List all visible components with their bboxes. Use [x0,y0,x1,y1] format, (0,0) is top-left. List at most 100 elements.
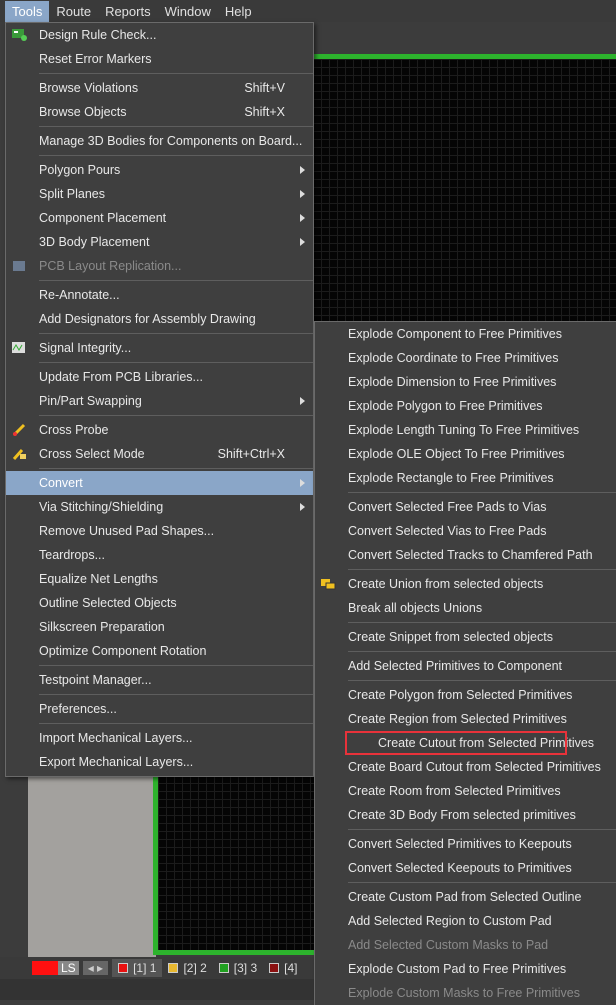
pcb-canvas-lower[interactable] [153,775,318,955]
layer-set-button[interactable]: LS [58,961,79,975]
menu-item-remove-unused-pad-shapes[interactable]: Remove Unused Pad Shapes... [6,519,313,543]
menu-separator [39,155,313,156]
status-bar [0,979,320,1000]
menu-item-outline-selected-objects[interactable]: Outline Selected Objects [6,591,313,615]
menu-item-label: Cross Probe [39,423,109,437]
menu-window[interactable]: Window [158,1,218,22]
menu-separator [39,665,313,666]
menu-item-label: Signal Integrity... [39,341,132,355]
menu-item-add-selected-region-to-custom-pad[interactable]: Add Selected Region to Custom Pad [315,909,616,933]
menu-item-optimize-component-rotation[interactable]: Optimize Component Rotation [6,639,313,663]
menu-item-re-annotate[interactable]: Re-Annotate... [6,283,313,307]
menu-item-label: Pin/Part Swapping [39,394,142,408]
menu-item-explode-ole-object-to-free-primitives[interactable]: Explode OLE Object To Free Primitives [315,442,616,466]
menu-item-convert-selected-vias-to-free-pads[interactable]: Convert Selected Vias to Free Pads [315,519,616,543]
layer-tab[interactable]: [1] 1 [112,959,163,977]
menu-item-via-stitching-shielding[interactable]: Via Stitching/Shielding [6,495,313,519]
menu-item-label: Remove Unused Pad Shapes... [39,524,215,538]
menu-separator [348,882,616,883]
menu-item-add-designators-for-assembly-drawing[interactable]: Add Designators for Assembly Drawing [6,307,313,331]
submenu-arrow-icon [300,479,305,487]
pcb-canvas[interactable] [313,54,616,324]
menu-item-signal-integrity[interactable]: Signal Integrity... [6,336,313,360]
menu-item-label: Split Planes [39,187,106,201]
menu-item-convert[interactable]: Convert [6,471,313,495]
menu-item-label: Create Union from selected objects [348,577,544,591]
menu-item-label: Convert Selected Primitives to Keepouts [348,837,572,851]
menu-item-component-placement[interactable]: Component Placement [6,206,313,230]
menu-item-explode-custom-pad-to-free-primitives[interactable]: Explode Custom Pad to Free Primitives [315,957,616,981]
menu-item-break-all-objects-unions[interactable]: Break all objects Unions [315,596,616,620]
menu-item-label: Testpoint Manager... [39,673,152,687]
menu-item-pin-part-swapping[interactable]: Pin/Part Swapping [6,389,313,413]
menu-item-explode-component-to-free-primitives[interactable]: Explode Component to Free Primitives [315,322,616,346]
menu-item-update-from-pcb-libraries[interactable]: Update From PCB Libraries... [6,365,313,389]
menu-item-convert-selected-free-pads-to-vias[interactable]: Convert Selected Free Pads to Vias [315,495,616,519]
menu-item-export-mechanical-layers[interactable]: Export Mechanical Layers... [6,750,313,774]
menu-item-create-polygon-from-selected-primitives[interactable]: Create Polygon from Selected Primitives [315,683,616,707]
menu-item-reset-error-markers[interactable]: Reset Error Markers [6,47,313,71]
layer-tab-label: [2] 2 [183,961,207,975]
menu-item-teardrops[interactable]: Teardrops... [6,543,313,567]
menu-separator [348,680,616,681]
menu-item-create-room-from-selected-primitives[interactable]: Create Room from Selected Primitives [315,779,616,803]
menu-item-cross-probe[interactable]: Cross Probe [6,418,313,442]
menu-item-explode-coordinate-to-free-primitives[interactable]: Explode Coordinate to Free Primitives [315,346,616,370]
menu-item-create-cutout-from-selected-primitives[interactable]: Create Cutout from Selected Primitives [345,731,594,755]
menu-separator [39,415,313,416]
layer-tab-label: [4] [284,961,298,975]
menu-item-label: Cross Select Mode [39,447,145,461]
menu-item-manage-3d-bodies-for-components-on-board[interactable]: Manage 3D Bodies for Components on Board… [6,129,313,153]
menu-item-explode-rectangle-to-free-primitives[interactable]: Explode Rectangle to Free Primitives [315,466,616,490]
menu-item-create-custom-pad-from-selected-outline[interactable]: Create Custom Pad from Selected Outline [315,885,616,909]
menu-item-add-selected-primitives-to-component[interactable]: Add Selected Primitives to Component [315,654,616,678]
menu-item-create-region-from-selected-primitives[interactable]: Create Region from Selected Primitives [315,707,616,731]
menu-item-browse-violations[interactable]: Browse Violations Shift+V [6,76,313,100]
layer-tab[interactable]: [3] 3 [213,959,263,977]
menu-item-browse-objects[interactable]: Browse Objects Shift+X [6,100,313,124]
menu-tools[interactable]: Tools [5,0,50,22]
menu-reports[interactable]: Reports [98,1,158,22]
menu-item-label: Outline Selected Objects [39,596,177,610]
layer-scroll-buttons[interactable]: ◂ ▸ [82,961,109,975]
menu-item-label: Export Mechanical Layers... [39,755,194,769]
menu-item-import-mechanical-layers[interactable]: Import Mechanical Layers... [6,726,313,750]
menu-item-label: Re-Annotate... [39,288,120,302]
menu-item-polygon-pours[interactable]: Polygon Pours [6,158,313,182]
menu-route[interactable]: Route [49,1,98,22]
menu-item-create-board-cutout-from-selected-primitives[interactable]: Create Board Cutout from Selected Primit… [315,755,616,779]
menu-item-label: Explode Dimension to Free Primitives [348,375,557,389]
menu-item-convert-selected-keepouts-to-primitives[interactable]: Convert Selected Keepouts to Primitives [315,856,616,880]
menu-item-pcb-layout-replication: PCB Layout Replication... [6,254,313,278]
menu-item-equalize-net-lengths[interactable]: Equalize Net Lengths [6,567,313,591]
menu-item-explode-dimension-to-free-primitives[interactable]: Explode Dimension to Free Primitives [315,370,616,394]
menu-item-label: Explode Rectangle to Free Primitives [348,471,554,485]
layer-tab[interactable]: [2] 2 [162,959,212,977]
menu-help[interactable]: Help [218,1,259,22]
menu-item-3d-body-placement[interactable]: 3D Body Placement [6,230,313,254]
menu-item-label: Convert [39,476,83,490]
menu-item-explode-polygon-to-free-primitives[interactable]: Explode Polygon to Free Primitives [315,394,616,418]
menu-item-label: Explode Custom Pad to Free Primitives [348,962,567,976]
menu-item-label: Break all objects Unions [348,601,483,615]
layer-tab[interactable]: [4] [263,959,303,977]
menu-item-split-planes[interactable]: Split Planes [6,182,313,206]
menu-item-label: Create Snippet from selected objects [348,630,553,644]
menu-separator [39,694,313,695]
menu-item-testpoint-manager[interactable]: Testpoint Manager... [6,668,313,692]
menu-item-create-union-from-selected-objects[interactable]: Create Union from selected objects [315,572,616,596]
menu-item-label: Optimize Component Rotation [39,644,207,658]
menu-item-create-3d-body-from-selected-primitives[interactable]: Create 3D Body From selected primitives [315,803,616,827]
menu-item-convert-selected-primitives-to-keepouts[interactable]: Convert Selected Primitives to Keepouts [315,832,616,856]
menu-item-preferences[interactable]: Preferences... [6,697,313,721]
union-icon [321,577,336,590]
menu-item-convert-selected-tracks-to-chamfered-path[interactable]: Convert Selected Tracks to Chamfered Pat… [315,543,616,567]
menu-item-cross-select-mode[interactable]: Cross Select Mode Shift+Ctrl+X [6,442,313,466]
menu-item-create-snippet-from-selected-objects[interactable]: Create Snippet from selected objects [315,625,616,649]
menu-item-explode-length-tuning-to-free-primitives[interactable]: Explode Length Tuning To Free Primitives [315,418,616,442]
menu-item-design-rule-check[interactable]: Design Rule Check... [6,23,313,47]
menu-item-label: Via Stitching/Shielding [39,500,164,514]
menu-item-label: Create Room from Selected Primitives [348,784,561,798]
menu-item-silkscreen-preparation[interactable]: Silkscreen Preparation [6,615,313,639]
layer-tab-label: [3] 3 [233,961,258,975]
